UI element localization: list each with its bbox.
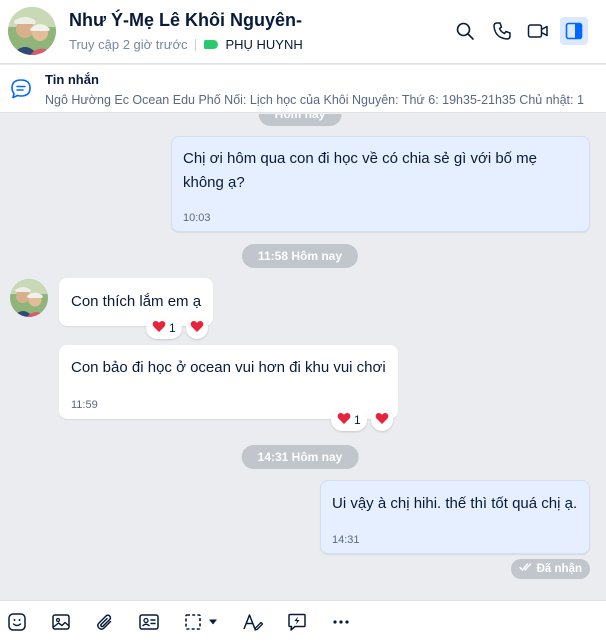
time-divider: 11:58 Hôm nay: [241, 244, 359, 268]
pinned-message-bar[interactable]: Tin nhắn Ngô Hường Ec Ocean Edu Phố Nối:…: [0, 65, 606, 113]
message-list[interactable]: Hôm nay Chị ơi hôm qua con đi học về có …: [0, 114, 606, 600]
contact-avatar[interactable]: [8, 7, 56, 55]
contact-card-icon[interactable]: [138, 611, 160, 633]
chat-header: Như Ý-Mẹ Lê Khôi Nguyên- Truy cập 2 giờ …: [0, 0, 606, 64]
message-time: 14:31: [332, 534, 360, 546]
date-divider: Hôm nay: [258, 114, 342, 126]
reaction-summary[interactable]: 1: [331, 409, 367, 431]
message-time: 11:59: [71, 399, 98, 411]
message-time: 10:03: [183, 212, 211, 224]
chat-bubble-icon: [10, 78, 32, 105]
heart-icon: [190, 320, 204, 336]
composer-toolbar: [0, 600, 606, 641]
quick-message-icon[interactable]: [286, 611, 308, 633]
heart-icon: [152, 320, 166, 336]
screenshot-icon[interactable]: [182, 611, 204, 633]
video-call-icon[interactable]: [524, 17, 552, 45]
contact-name[interactable]: Như Ý-Mẹ Lê Khôi Nguyên-: [69, 10, 302, 31]
divider: [195, 38, 197, 51]
attachment-icon[interactable]: [94, 611, 116, 633]
pinned-title: Tin nhắn: [45, 72, 99, 87]
react-button[interactable]: [186, 317, 208, 339]
status-text: Đã nhận: [536, 563, 582, 575]
reaction-summary[interactable]: 1: [146, 317, 182, 339]
sender-avatar[interactable]: [10, 279, 48, 317]
message-text: Con thích lắm em ạ: [71, 293, 202, 310]
phone-icon[interactable]: [488, 17, 516, 45]
message-bubble[interactable]: Ui vậy à chị hihi. thế thì tốt quá chị ạ…: [320, 480, 590, 554]
last-seen-text: Truy cập 2 giờ trước: [69, 37, 188, 52]
heart-icon: [375, 412, 389, 428]
caret-down-icon[interactable]: [206, 611, 220, 633]
image-icon[interactable]: [50, 611, 72, 633]
double-check-icon: [518, 559, 533, 579]
search-icon[interactable]: [451, 17, 479, 45]
message-text: Con bảo đi học ở ocean vui hơn đi khu vu…: [71, 359, 386, 376]
sidebar-toggle-icon[interactable]: [560, 17, 588, 45]
message-text: Ui vậy à chị hihi. thế thì tốt quá chị ạ…: [332, 495, 578, 512]
message-bubble[interactable]: Chị ơi hôm qua con đi học về có chia sẻ …: [171, 136, 590, 232]
tag-icon: [204, 40, 219, 49]
heart-icon: [337, 412, 351, 428]
time-divider: 14:31 Hôm nay: [241, 445, 359, 469]
delivery-status: Đã nhận: [510, 559, 590, 579]
more-icon[interactable]: [330, 611, 352, 633]
contact-status: Truy cập 2 giờ trước PHỤ HUYNH: [69, 37, 303, 52]
sticker-icon[interactable]: [6, 611, 28, 633]
reaction-count: 1: [354, 413, 361, 427]
reaction-count: 1: [169, 321, 176, 335]
message-text: không ạ?: [183, 174, 245, 191]
pinned-text: Ngô Hường Ec Ocean Edu Phố Nối: Lịch học…: [45, 93, 585, 107]
message-bubble[interactable]: Con bảo đi học ở ocean vui hơn đi khu vu…: [59, 345, 398, 419]
message-text: Chị ơi hôm qua con đi học về có chia sẻ …: [183, 150, 538, 167]
text-format-icon[interactable]: [242, 611, 264, 633]
tag-label[interactable]: PHỤ HUYNH: [225, 37, 302, 52]
react-button[interactable]: [371, 409, 393, 431]
